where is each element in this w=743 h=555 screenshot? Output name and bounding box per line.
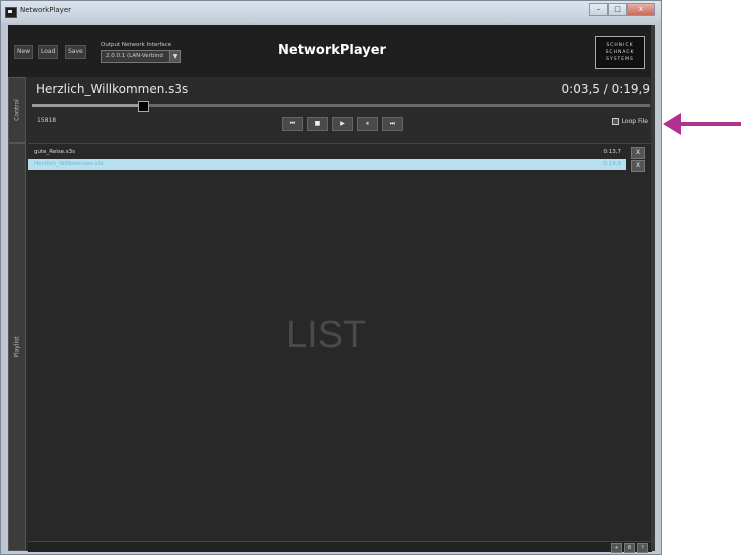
title-bar[interactable]: NetworkPlayer – □ x xyxy=(1,1,661,23)
list-item-name: gute_Reise.s3s xyxy=(34,149,75,155)
window-edge xyxy=(651,25,655,551)
playlist-bottom-bar: + 8 ? xyxy=(28,541,652,553)
chevron-down-icon[interactable]: ▼ xyxy=(169,51,180,62)
app-icon xyxy=(5,7,17,18)
remove-item-button[interactable]: X xyxy=(631,147,645,159)
tab-control[interactable]: Control xyxy=(8,77,26,143)
remove-item-button[interactable]: X xyxy=(631,160,645,172)
skip-back-button[interactable]: ⏮ xyxy=(282,117,303,131)
list-item-duration: 0:13,7 xyxy=(603,149,621,155)
timecode-text: 15818 xyxy=(37,117,57,124)
tab-control-label: Control xyxy=(13,99,21,121)
load-button[interactable]: Load xyxy=(38,45,59,59)
list-item-duration: 0:19,9 xyxy=(603,161,621,167)
list-watermark: LIST xyxy=(286,314,367,356)
maximize-button[interactable]: □ xyxy=(608,3,627,16)
list-item-selected[interactable]: Herzlich_Willkommen.s3s 0:19,9 xyxy=(28,159,626,170)
annotation-arrow-head xyxy=(663,113,681,135)
playlist-option-button[interactable]: 8 xyxy=(624,543,635,553)
play-button[interactable]: ▶ xyxy=(332,117,353,131)
header-bar: New Load Save Output Network Interface 2… xyxy=(8,25,654,77)
control-panel: Herzlich_Willkommen.s3s 0:03,5 / 0:19,9 … xyxy=(28,77,654,143)
seek-slider-handle[interactable] xyxy=(138,101,150,112)
save-button[interactable]: Save xyxy=(65,45,86,59)
stop-button[interactable]: ■ xyxy=(307,117,328,131)
loop-file-toggle[interactable]: Loop File xyxy=(611,118,648,125)
tab-playlist-label: Playlist xyxy=(13,336,21,358)
client-area: New Load Save Output Network Interface 2… xyxy=(8,25,654,553)
current-file-name: Herzlich_Willkommen.s3s xyxy=(36,82,189,96)
output-interface-select[interactable]: 2.0.0.1 (LAN-Verbind ▼ xyxy=(101,50,181,63)
minimize-button[interactable]: – xyxy=(589,3,608,16)
logo-line: SCHNICK xyxy=(606,43,634,48)
list-item[interactable]: gute_Reise.s3s 0:13,7 xyxy=(28,147,626,158)
playback-time: 0:03,5 / 0:19,9 xyxy=(561,82,650,96)
new-button[interactable]: New xyxy=(14,45,34,59)
help-button[interactable]: ? xyxy=(637,543,648,553)
tab-playlist[interactable]: Playlist xyxy=(8,143,26,551)
logo-line: SYSTEMS xyxy=(606,57,634,62)
list-item-name: Herzlich_Willkommen.s3s xyxy=(34,161,104,167)
annotation-arrow-icon xyxy=(663,113,741,135)
pause-button[interactable]: ⏸ xyxy=(357,117,378,131)
window-title: NetworkPlayer xyxy=(20,6,72,14)
seek-slider-fill xyxy=(32,104,144,107)
close-button[interactable]: x xyxy=(627,3,655,16)
company-logo: SCHNICK SCHNACK SYSTEMS xyxy=(595,36,645,69)
logo-line: SCHNACK xyxy=(605,50,635,55)
output-interface-label: Output Network Interface xyxy=(101,42,172,48)
seek-slider[interactable] xyxy=(32,104,650,107)
transport-controls: ⏮ ■ ▶ ⏸ ⏭ xyxy=(282,117,403,131)
add-item-button[interactable]: + xyxy=(611,543,622,553)
output-interface-value: 2.0.0.1 (LAN-Verbind xyxy=(106,53,163,59)
playlist-panel: gute_Reise.s3s 0:13,7 X Herzlich_Willkom… xyxy=(28,143,652,553)
app-title: NetworkPlayer xyxy=(278,43,386,58)
loop-file-checkbox[interactable] xyxy=(611,118,619,125)
skip-forward-button[interactable]: ⏭ xyxy=(382,117,403,131)
loop-file-label: Loop File xyxy=(621,118,648,125)
app-window: NetworkPlayer – □ x New Load Save Output… xyxy=(0,0,662,555)
